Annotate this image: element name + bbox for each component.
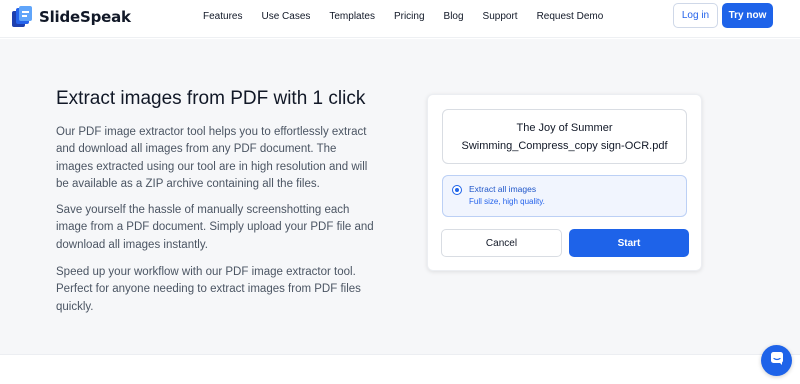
intro-paragraph: Our PDF image extractor tool helps you t…: [56, 126, 368, 190]
radio-selected-icon[interactable]: [452, 185, 462, 195]
brand-logo[interactable]: SlideSpeak: [10, 5, 131, 29]
chat-launcher-button[interactable]: [761, 345, 792, 376]
option-title: Extract all images: [469, 184, 537, 194]
nav-templates[interactable]: Templates: [329, 11, 375, 22]
nav-support[interactable]: Support: [483, 11, 518, 22]
extract-all-option[interactable]: Extract all images Full size, high quali…: [442, 175, 687, 217]
nav-pricing[interactable]: Pricing: [394, 11, 425, 22]
slidespeak-logo-icon: [10, 5, 34, 29]
file-name: Swimming_Compress_copy sign-OCR.pdf: [461, 139, 668, 152]
workflow-paragraph: Speed up your workflow with our PDF imag…: [56, 266, 361, 313]
main-nav: Features Use Cases Templates Pricing Blo…: [203, 11, 622, 22]
option-subtitle: Full size, high quality.: [469, 197, 545, 206]
brand-name: SlideSpeak: [39, 8, 131, 26]
site-header: SlideSpeak Features Use Cases Templates …: [0, 0, 800, 38]
nav-blog[interactable]: Blog: [444, 11, 464, 22]
chat-icon: [769, 350, 785, 371]
section-divider: [0, 354, 800, 355]
file-title: The Joy of Summer: [516, 121, 613, 134]
file-info-box: The Joy of Summer Swimming_Compress_copy…: [442, 109, 687, 164]
start-button[interactable]: Start: [569, 229, 689, 257]
benefit-paragraph: Save yourself the hassle of manually scr…: [56, 204, 374, 251]
login-button[interactable]: Log in: [673, 3, 718, 28]
nav-request-demo[interactable]: Request Demo: [537, 11, 604, 22]
extract-card: The Joy of Summer Swimming_Compress_copy…: [427, 94, 702, 271]
nav-features[interactable]: Features: [203, 11, 242, 22]
try-now-button[interactable]: Try now: [722, 3, 773, 28]
nav-use-cases[interactable]: Use Cases: [261, 11, 310, 22]
cancel-button[interactable]: Cancel: [441, 229, 562, 257]
page-title: Extract images from PDF with 1 click: [56, 88, 366, 109]
